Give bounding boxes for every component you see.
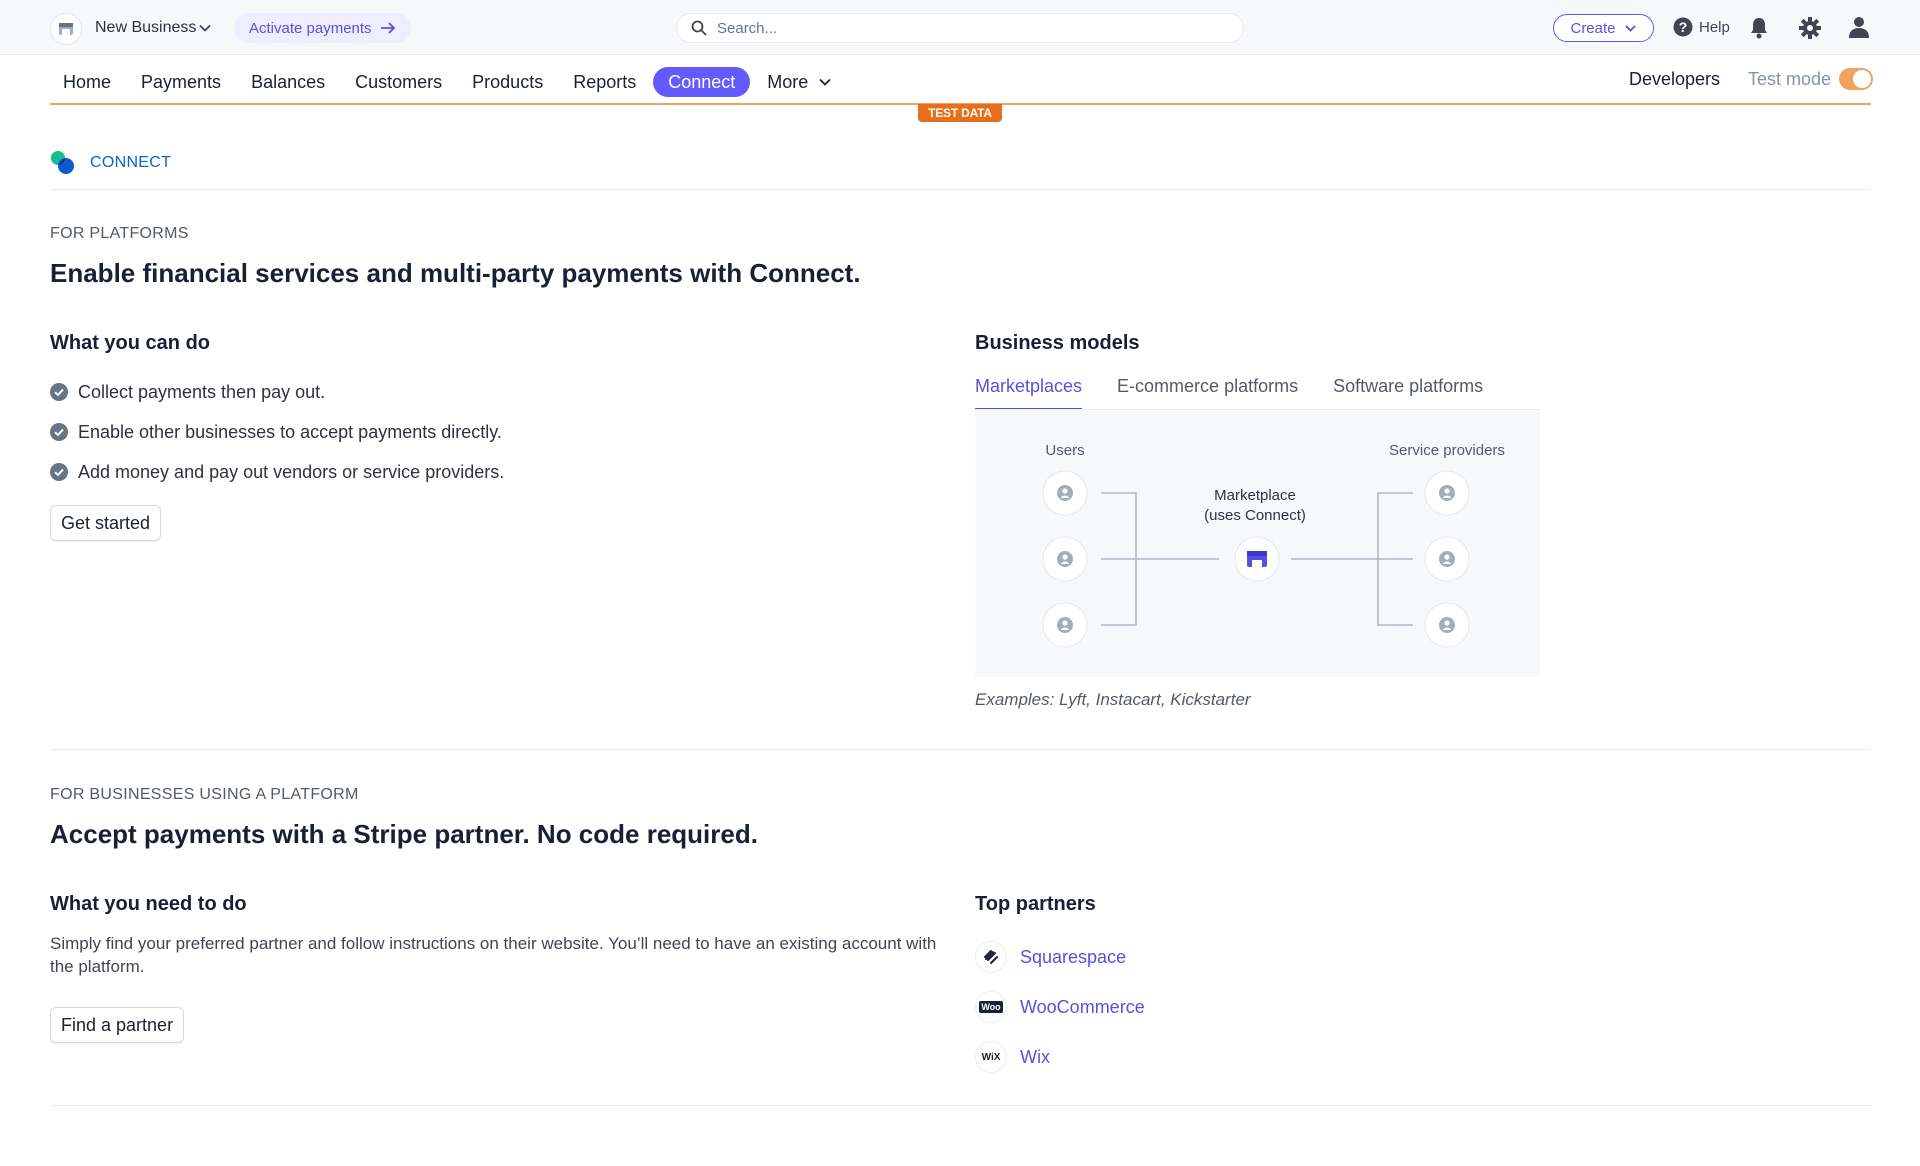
search-icon (691, 20, 707, 36)
divider (50, 1105, 1871, 1106)
platforms-eyebrow: FOR PLATFORMS (50, 225, 189, 242)
list-item: Collect payments then pay out. (50, 372, 504, 412)
partner-wix[interactable]: WiX Wix (975, 1032, 1145, 1082)
partner-name[interactable]: WooCommerce (1020, 997, 1145, 1018)
activate-payments-button[interactable]: Activate payments (234, 13, 411, 43)
list-item: Add money and pay out vendors or service… (50, 452, 504, 492)
nav-products[interactable]: Products (457, 67, 558, 97)
wix-logo-icon: WiX (975, 1041, 1007, 1073)
nav-reports[interactable]: Reports (558, 67, 651, 97)
find-partner-button[interactable]: Find a partner (50, 1007, 185, 1043)
main-nav: Home Payments Balances Customers Product… (50, 64, 847, 100)
activate-payments-label: Activate payments (249, 19, 372, 37)
uses-connect-label: (uses Connect) (1204, 507, 1306, 524)
search-input[interactable] (717, 19, 1197, 37)
test-mode-toggle[interactable] (1839, 68, 1873, 90)
tab-software-platforms[interactable]: Software platforms (1333, 376, 1483, 410)
woocommerce-logo-icon: Woo (975, 991, 1007, 1023)
partner-woocommerce[interactable]: Woo WooCommerce (975, 982, 1145, 1032)
divider (50, 189, 1871, 190)
help-button[interactable]: ? Help (1673, 17, 1730, 37)
business-name[interactable]: New Business (95, 19, 196, 37)
need-to-do-text: Simply find your preferred partner and f… (50, 934, 937, 976)
marketplace-diagram: Users Service providers Marketplace (use… (975, 410, 1540, 677)
svg-text:?: ? (1679, 19, 1688, 35)
check-circle-icon (50, 383, 68, 401)
test-data-badge: TEST DATA (918, 104, 1002, 122)
divider (50, 749, 1871, 750)
list-item-text: Add money and pay out vendors or service… (78, 461, 505, 482)
user-icon[interactable] (1848, 16, 1870, 38)
partner-name[interactable]: Wix (1020, 1047, 1050, 1068)
list-item-text: Enable other businesses to accept paymen… (78, 421, 502, 442)
store-icon (59, 23, 73, 35)
tab-ecommerce-platforms[interactable]: E-commerce platforms (1117, 376, 1298, 410)
top-partners-title: Top partners (975, 893, 1096, 915)
provider-nodes (1424, 470, 1470, 648)
partners-list: Squarespace Woo WooCommerce WiX Wix (975, 932, 1145, 1082)
nav-customers[interactable]: Customers (340, 67, 457, 97)
chevron-down-icon (819, 78, 831, 86)
chevron-down-icon (1624, 24, 1636, 32)
tab-marketplaces[interactable]: Marketplaces (975, 376, 1083, 410)
what-you-can-do-title: What you can do (50, 332, 210, 354)
help-icon: ? (1673, 17, 1693, 37)
what-you-need-to-do-title: What you need to do (50, 893, 247, 915)
squarespace-logo-icon (975, 941, 1007, 973)
connect-logo-icon (51, 151, 74, 174)
help-label: Help (1699, 18, 1730, 36)
capability-list: Collect payments then pay out. Enable ot… (50, 372, 504, 492)
bell-icon[interactable] (1749, 17, 1769, 39)
partner-squarespace[interactable]: Squarespace (975, 932, 1145, 982)
nav-more-label: More (767, 72, 809, 92)
arrow-right-icon (380, 22, 395, 34)
get-started-button[interactable]: Get started (50, 505, 162, 541)
users-label: Users (1045, 442, 1084, 459)
test-mode-label: Test mode (1748, 69, 1832, 89)
nav-payments[interactable]: Payments (126, 67, 236, 97)
platforms-headline: Enable financial services and multi-part… (50, 258, 861, 288)
service-providers-label: Service providers (1389, 442, 1505, 459)
partner-name[interactable]: Squarespace (1020, 947, 1126, 968)
nav-home[interactable]: Home (50, 67, 126, 97)
businesses-eyebrow: FOR BUSINESSES USING A PLATFORM (50, 786, 359, 803)
business-model-tabs: Marketplaces E-commerce platforms Softwa… (975, 376, 1483, 410)
nav-connect[interactable]: Connect (653, 67, 751, 97)
check-circle-icon (50, 423, 68, 441)
businesses-headline: Accept payments with a Stripe partner. N… (50, 819, 758, 849)
create-button[interactable]: Create (1553, 14, 1654, 42)
top-bar: New Business Activate payments Create ? … (0, 0, 1920, 55)
chevron-down-icon[interactable] (198, 21, 212, 35)
user-nodes (1042, 470, 1088, 648)
create-label: Create (1570, 19, 1616, 37)
list-item-text: Collect payments then pay out. (78, 381, 326, 402)
connect-section-label: CONNECT (90, 154, 172, 171)
marketplace-label: Marketplace (1214, 487, 1296, 504)
marketplace-store-icon (1234, 536, 1280, 582)
examples-text: Examples: Lyft, Instacart, Kickstarter (975, 690, 1251, 709)
nav-more[interactable]: More (752, 67, 847, 97)
business-models-title: Business models (975, 332, 1140, 354)
list-item: Enable other businesses to accept paymen… (50, 412, 504, 452)
search-bar[interactable] (676, 13, 1244, 43)
developers-link[interactable]: Developers (1629, 69, 1720, 90)
nav-balances[interactable]: Balances (236, 67, 340, 97)
check-circle-icon (50, 463, 68, 481)
business-avatar[interactable] (50, 13, 82, 45)
gear-icon[interactable] (1799, 17, 1821, 39)
marketplace-diagram-graphic: Users Service providers Marketplace (use… (1042, 442, 1505, 648)
